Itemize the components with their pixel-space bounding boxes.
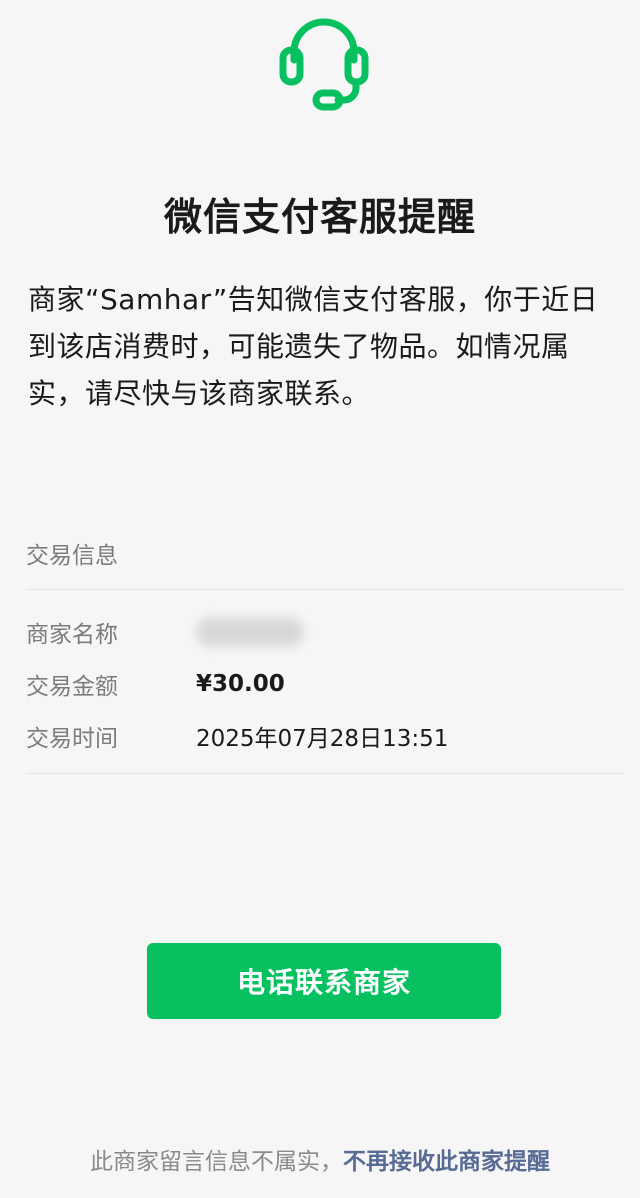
divider (26, 773, 624, 774)
time-row: 交易时间 2025年07月28日13:51 (26, 716, 624, 756)
call-merchant-button[interactable]: 电话联系商家 (147, 943, 501, 1019)
transaction-section-label: 交易信息 (26, 543, 118, 569)
page-title: 微信支付客服提醒 (163, 195, 476, 239)
merchant-name-row: 商家名称 (26, 612, 624, 652)
merchant-name-value (196, 617, 304, 647)
time-value: 2025年07月28日13:51 (196, 726, 449, 752)
notification-page: 微信支付客服提醒 商家“Samhar”告知微信支付客服，你于近日到该店消费时，可… (0, 0, 640, 1198)
time-label: 交易时间 (26, 726, 118, 752)
footer: 此商家留言信息不属实，不再接收此商家提醒 (0, 1142, 640, 1182)
stop-reminders-link[interactable]: 不再接收此商家提醒 (343, 1149, 550, 1175)
amount-row: 交易金额 ¥30.00 (26, 664, 624, 704)
merchant-name-label: 商家名称 (26, 622, 118, 648)
headset-icon (279, 18, 369, 111)
blurred-merchant-name (196, 617, 304, 647)
amount-value: ¥30.00 (196, 671, 285, 697)
reminder-message: 商家“Samhar”告知微信支付客服，你于近日到该店消费时，可能遗失了物品。如情… (28, 283, 599, 410)
footer-note: 此商家留言信息不属实， (90, 1149, 343, 1175)
amount-label: 交易金额 (26, 674, 118, 700)
divider (26, 589, 624, 590)
